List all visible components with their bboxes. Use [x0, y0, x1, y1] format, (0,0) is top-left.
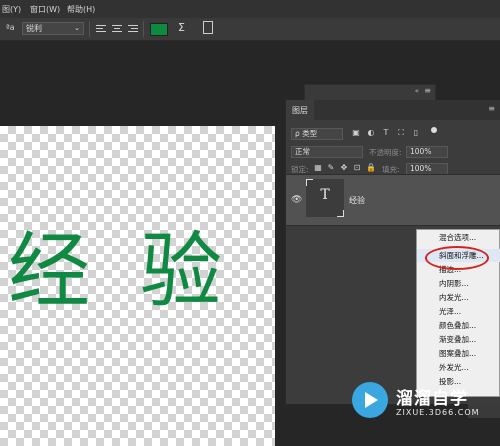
tab-layers[interactable]: 图层 — [286, 100, 314, 120]
lock-transparency-icon[interactable]: ▦ — [314, 164, 322, 172]
fill-value: 100% — [410, 164, 432, 173]
align-right-icon[interactable] — [128, 23, 138, 34]
highlight-annotation — [425, 246, 489, 270]
smart-object-filter-icon[interactable]: ▯ — [412, 129, 420, 137]
menu-item-outer-glow[interactable]: 外发光... — [417, 361, 500, 374]
shape-filter-icon[interactable]: ⛶ — [397, 129, 405, 137]
lock-position-icon[interactable]: ✥ — [340, 164, 348, 172]
text-color-swatch[interactable] — [150, 23, 168, 36]
antialias-label: ªa — [6, 23, 15, 32]
layer-name[interactable]: 经验 — [349, 195, 365, 206]
menu-item-pattern-overlay[interactable]: 图案叠加... — [417, 347, 500, 360]
layer-filter-row: ρ 类型 ▣ ◐ T ⛶ ▯ — [286, 127, 500, 142]
chevron-down-icon: ⌄ — [74, 24, 80, 32]
antialias-dropdown[interactable]: 锐利 ⌄ — [22, 22, 84, 35]
blend-mode-value: 正常 — [295, 147, 310, 156]
search-icon: ρ — [295, 129, 300, 138]
filter-label: 类型 — [302, 129, 318, 138]
watermark: 溜溜自学 ZIXUE.3D66.COM — [352, 378, 500, 434]
align-center-icon[interactable] — [112, 23, 122, 34]
canvas-text-char-1: 经 — [8, 224, 91, 319]
type-filter-icon[interactable]: T — [382, 129, 390, 137]
menu-item-gradient-overlay[interactable]: 渐变叠加... — [417, 333, 500, 346]
layer-row[interactable]: 👁 T 经验 — [286, 174, 500, 226]
lock-all-icon[interactable]: 🔒 — [366, 164, 376, 172]
menu-item-satin[interactable]: 光泽... — [417, 305, 500, 318]
document-canvas[interactable]: 经 验 — [0, 126, 275, 446]
opacity-field[interactable]: 100% — [406, 146, 448, 158]
panel-menu-icon[interactable]: ≡ — [424, 86, 431, 95]
play-logo-icon — [352, 382, 388, 418]
blend-mode-dropdown[interactable]: 正常 — [291, 146, 363, 158]
menu-item-blending-options[interactable]: 混合选项... — [417, 231, 500, 244]
menu-item-inner-glow[interactable]: 内发光... — [417, 291, 500, 304]
character-panel-icon[interactable] — [203, 21, 213, 34]
pixel-filter-icon[interactable]: ▣ — [352, 129, 360, 137]
divider — [143, 21, 144, 37]
menu-bar: 图(Y) 窗口(W) 帮助(H) — [0, 0, 500, 18]
eye-icon[interactable]: 👁 — [291, 195, 302, 205]
antialias-value: 锐利 — [26, 24, 42, 33]
menu-item-color-overlay[interactable]: 颜色叠加... — [417, 319, 500, 332]
options-bar: ªa 锐利 ⌄ ⵉ — [0, 18, 500, 41]
layers-tab-bar: 图层 ≡ — [286, 100, 500, 120]
opacity-label: 不透明度: — [369, 148, 402, 157]
type-layer-icon: T — [320, 187, 330, 203]
blend-row: 正常 不透明度: 100% — [286, 146, 500, 160]
layer-thumbnail: T — [306, 179, 344, 217]
watermark-url: ZIXUE.3D66.COM — [396, 408, 480, 417]
opacity-value: 100% — [410, 147, 432, 156]
filter-dropdown[interactable]: ρ 类型 — [291, 128, 343, 140]
canvas-text-char-2: 验 — [140, 224, 223, 319]
collapse-icon[interactable]: « — [415, 87, 419, 95]
watermark-brand: 溜溜自学 — [396, 389, 468, 409]
menu-help[interactable]: 帮助(H) — [67, 4, 95, 15]
panel-menu-icon[interactable]: ≡ — [488, 104, 495, 113]
warp-text-icon[interactable]: ⵉ — [178, 21, 185, 34]
adjustment-filter-icon[interactable]: ◐ — [367, 129, 375, 137]
lock-artboard-icon[interactable]: ⊡ — [353, 164, 361, 172]
divider — [89, 21, 90, 37]
menu-image[interactable]: 图(Y) — [2, 4, 21, 15]
menu-item-inner-shadow[interactable]: 内阴影... — [417, 277, 500, 290]
filter-toggle-icon[interactable] — [431, 127, 437, 133]
menu-window[interactable]: 窗口(W) — [30, 4, 60, 15]
align-left-icon[interactable] — [96, 23, 106, 34]
lock-pixels-icon[interactable]: ✎ — [327, 164, 335, 172]
